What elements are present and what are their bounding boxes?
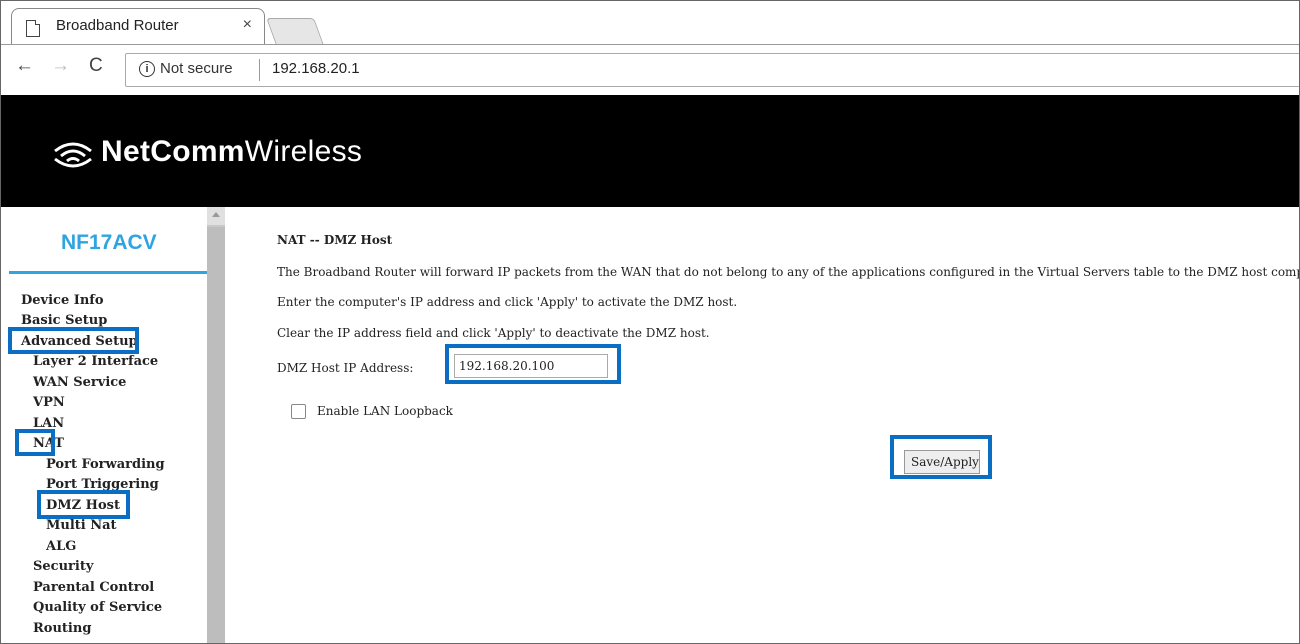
dmz-ip-label: DMZ Host IP Address: (277, 361, 414, 375)
page-icon (26, 20, 40, 37)
brand-logo: NetCommWireless (101, 135, 362, 169)
url-separator (259, 59, 260, 81)
main-content: NAT -- DMZ Host The Broadband Router wil… (225, 207, 1299, 643)
model-name: NF17ACV (61, 231, 157, 254)
sidebar-item-multi-nat[interactable]: Multi Nat (46, 516, 117, 536)
sidebar-item-port-forwarding[interactable]: Port Forwarding (46, 455, 165, 475)
sidebar-item-parental-control[interactable]: Parental Control (33, 578, 154, 598)
address-bar: ← → C i Not secure 192.168.20.1 (1, 45, 1299, 95)
highlight-save-button (890, 435, 992, 479)
model-header: NF17ACV (1, 207, 207, 271)
new-tab-button[interactable] (266, 18, 324, 45)
highlight-advanced-setup (8, 327, 139, 354)
highlight-ip-input (445, 344, 621, 384)
security-label[interactable]: Not secure (160, 60, 233, 77)
description-text: The Broadband Router will forward IP pac… (277, 265, 1300, 279)
scroll-up-icon[interactable] (207, 207, 225, 225)
browser-tab[interactable]: Broadband Router × (11, 8, 265, 46)
info-icon[interactable]: i (139, 61, 155, 77)
sidebar-item-routing[interactable]: Routing (33, 619, 91, 639)
deactivate-instructions: Clear the IP address field and click 'Ap… (277, 326, 710, 340)
wifi-logo-icon (54, 142, 92, 168)
sidebar-item-quality-of-service[interactable]: Quality of Service (33, 598, 162, 618)
reload-icon[interactable]: C (89, 55, 103, 77)
sidebar-item-device-info[interactable]: Device Info (21, 291, 104, 311)
back-icon[interactable]: ← (15, 55, 34, 77)
page-title: NAT -- DMZ Host (277, 233, 393, 247)
sidebar-item-vpn[interactable]: VPN (33, 393, 65, 413)
tab-bar: Broadband Router × (1, 1, 1299, 46)
tab-title: Broadband Router (56, 17, 179, 34)
lan-loopback-checkbox[interactable] (291, 404, 306, 419)
sidebar: NF17ACV Device Info Basic Setup Advanced… (1, 207, 207, 643)
highlight-dmz-host (37, 490, 130, 519)
header-banner: NetCommWireless (1, 95, 1299, 207)
close-icon[interactable]: × (243, 16, 252, 34)
sidebar-item-wan-service[interactable]: WAN Service (33, 373, 126, 393)
url-text[interactable]: 192.168.20.1 (272, 60, 360, 77)
logo-light: Wireless (244, 135, 363, 168)
highlight-nat (15, 429, 55, 456)
model-divider (9, 271, 207, 274)
browser-window: Broadband Router × ← → C i Not secure 19… (0, 0, 1300, 644)
sidebar-item-alg[interactable]: ALG (46, 537, 76, 557)
forward-icon[interactable]: → (51, 55, 70, 77)
lan-loopback-label: Enable LAN Loopback (317, 404, 453, 418)
scrollbar-thumb[interactable] (207, 227, 225, 643)
sidebar-item-layer2-interface[interactable]: Layer 2 Interface (33, 352, 158, 372)
activate-instructions: Enter the computer's IP address and clic… (277, 295, 738, 309)
url-bar[interactable]: i Not secure 192.168.20.1 (125, 53, 1299, 87)
sidebar-item-security[interactable]: Security (33, 557, 93, 577)
logo-bold: NetComm (101, 135, 245, 168)
